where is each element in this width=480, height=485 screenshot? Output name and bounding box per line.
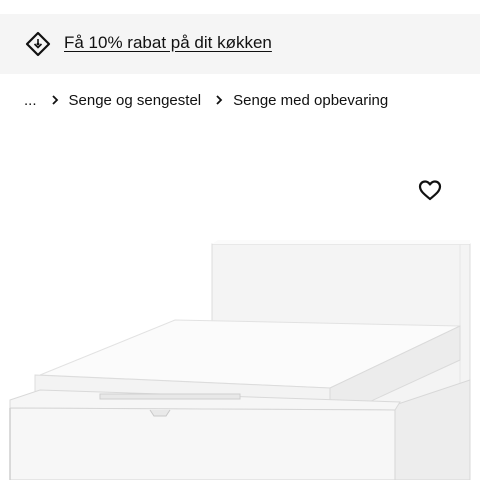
promo-banner: Få 10% rabat på dit køkken xyxy=(0,14,480,74)
breadcrumb-item-senge-og-sengestel[interactable]: Senge og sengestel xyxy=(69,92,202,109)
product-image[interactable] xyxy=(0,230,480,481)
heart-icon[interactable] xyxy=(416,176,444,204)
breadcrumb: ... Senge og sengestel Senge med opbevar… xyxy=(24,90,388,110)
price-tag-icon xyxy=(24,30,52,58)
breadcrumb-item-senge-med-opbevaring[interactable]: Senge med opbevaring xyxy=(233,92,388,109)
chevron-right-icon xyxy=(215,94,223,106)
chevron-right-icon xyxy=(51,94,59,106)
promo-link[interactable]: Få 10% rabat på dit køkken xyxy=(64,33,272,53)
breadcrumb-ellipsis[interactable]: ... xyxy=(24,92,37,109)
